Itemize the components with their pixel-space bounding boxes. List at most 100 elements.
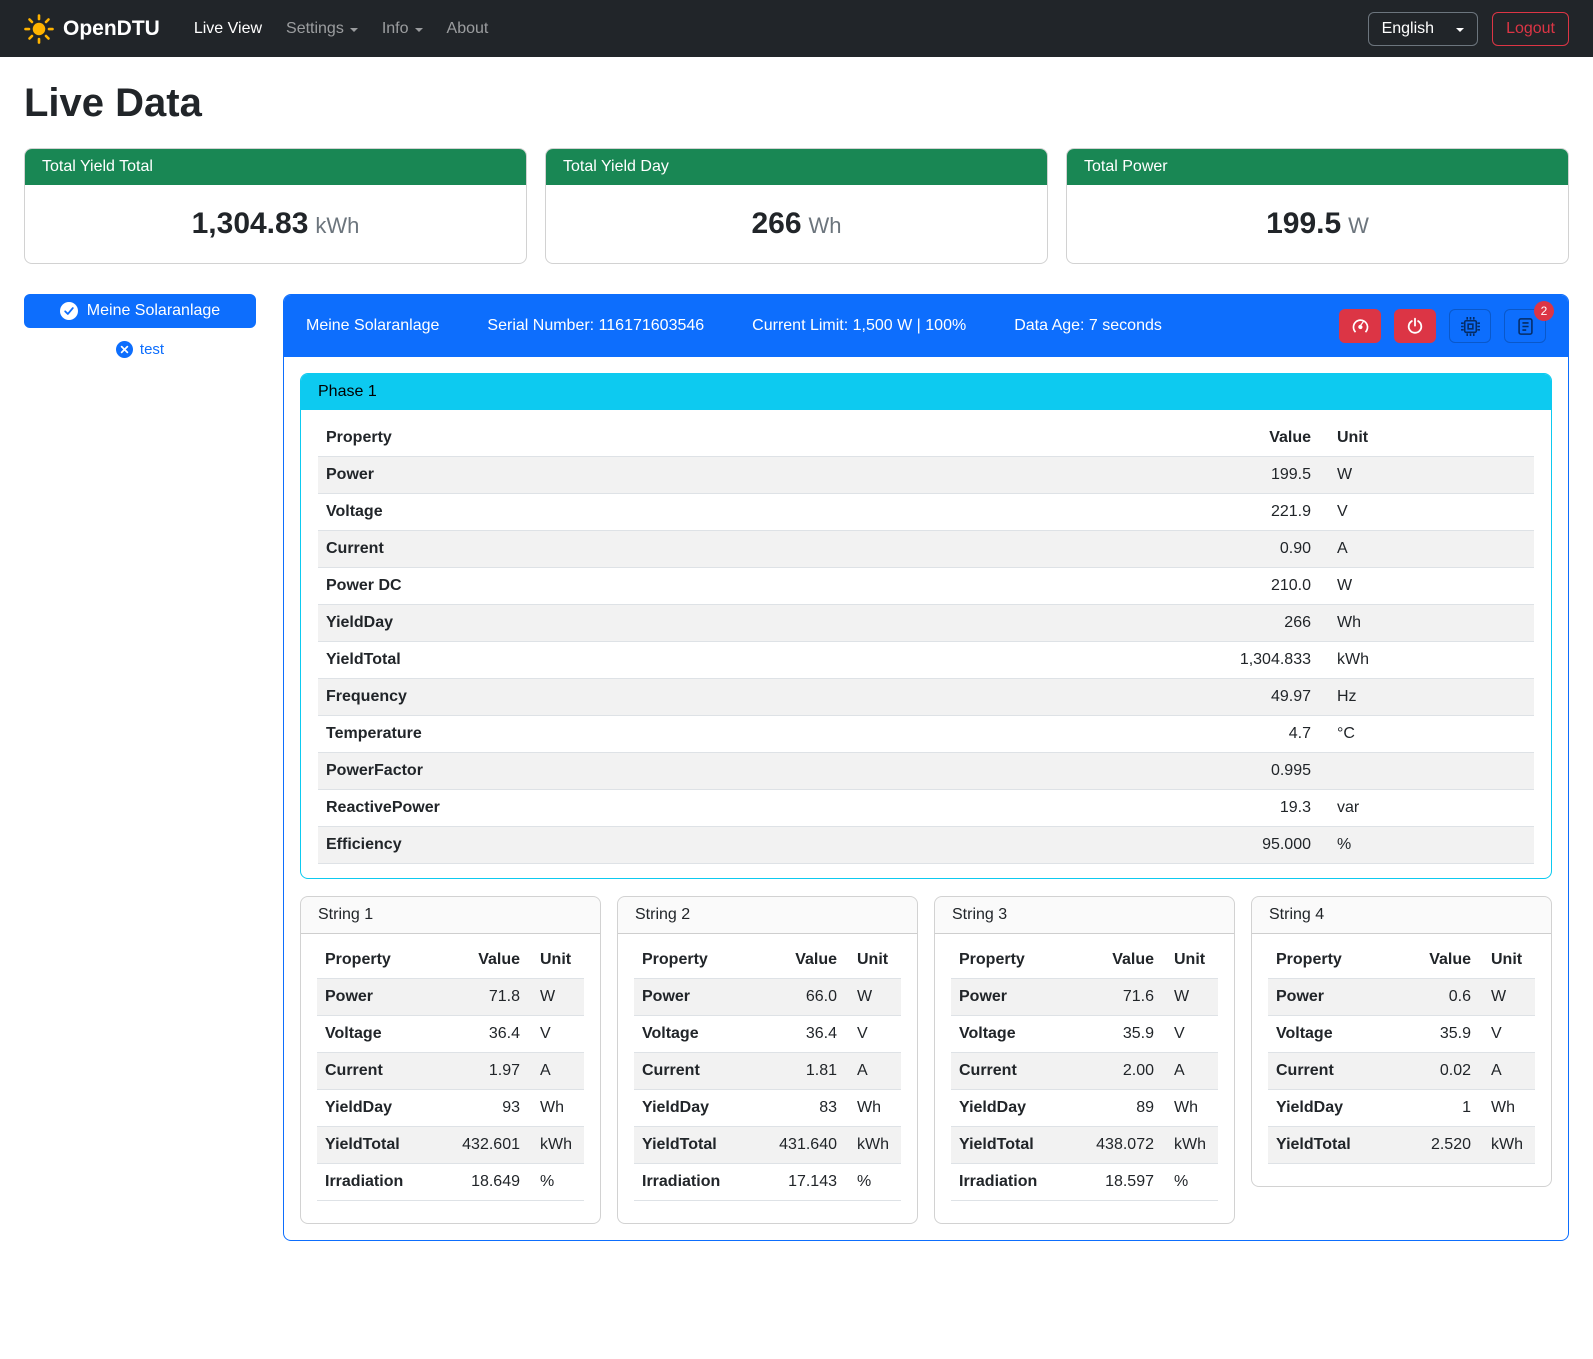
- card-title: Total Yield Day: [546, 149, 1047, 185]
- table-row: YieldTotal1,304.833kWh: [318, 642, 1534, 679]
- table-row: YieldDay93Wh: [317, 1090, 584, 1127]
- table-row: Power199.5W: [318, 457, 1534, 494]
- header-cell-value: Value: [917, 420, 1319, 457]
- cell-value: 431.640: [752, 1127, 845, 1164]
- nav-about[interactable]: About: [437, 12, 499, 46]
- cell-unit: kWh: [528, 1127, 584, 1164]
- cpu-icon: [1460, 316, 1481, 337]
- table-row: Voltage36.4V: [634, 1016, 901, 1053]
- cell-unit: W: [1479, 979, 1535, 1016]
- table-row: YieldDay89Wh: [951, 1090, 1218, 1127]
- cell-property: YieldDay: [318, 605, 917, 642]
- limit-settings-button[interactable]: [1339, 309, 1381, 343]
- cell-unit: °C: [1319, 716, 1534, 753]
- table-header-row: PropertyValueUnit: [1268, 942, 1535, 979]
- test-link-label: test: [140, 341, 164, 358]
- table-row: Current1.81A: [634, 1053, 901, 1090]
- cell-value: 2.520: [1397, 1127, 1479, 1164]
- cell-property: Power: [951, 979, 1069, 1016]
- cell-value: 1: [1397, 1090, 1479, 1127]
- cell-unit: V: [528, 1016, 584, 1053]
- cell-property: YieldTotal: [634, 1127, 752, 1164]
- logout-button[interactable]: Logout: [1492, 12, 1569, 46]
- cell-unit: W: [1162, 979, 1218, 1016]
- cell-unit: var: [1319, 790, 1534, 827]
- cell-property: ReactivePower: [318, 790, 917, 827]
- x-circle-icon: [116, 341, 133, 358]
- cell-unit: A: [1162, 1053, 1218, 1090]
- cell-unit: V: [1479, 1016, 1535, 1053]
- table-row: Irradiation17.143%: [634, 1164, 901, 1201]
- cell-unit: V: [1319, 494, 1534, 531]
- cell-unit: V: [1162, 1016, 1218, 1053]
- phase-body: PropertyValueUnitPower199.5WVoltage221.9…: [301, 410, 1551, 878]
- language-value: English: [1382, 20, 1434, 38]
- cell-property: PowerFactor: [318, 753, 917, 790]
- cell-value: 1.97: [435, 1053, 528, 1090]
- table-header-row: PropertyValueUnit: [318, 420, 1534, 457]
- card-unit: kWh: [315, 213, 359, 238]
- nav-live-view[interactable]: Live View: [184, 12, 272, 46]
- cell-value: 35.9: [1069, 1016, 1162, 1053]
- cell-property: YieldTotal: [951, 1127, 1069, 1164]
- restart-device-button[interactable]: [1449, 309, 1491, 343]
- cell-property: Power: [634, 979, 752, 1016]
- cell-value: 0.02: [1397, 1053, 1479, 1090]
- cell-value: 17.143: [752, 1164, 845, 1201]
- cell-value: 0.6: [1397, 979, 1479, 1016]
- cell-property: Irradiation: [317, 1164, 435, 1201]
- cell-unit: %: [528, 1164, 584, 1201]
- page-container: Live Data Total Yield Total 1,304.83kWh …: [0, 57, 1593, 1265]
- string-body: PropertyValueUnitPower71.6WVoltage35.9VC…: [935, 934, 1234, 1223]
- chevron-down-icon: [1456, 28, 1464, 32]
- table-row: YieldDay1Wh: [1268, 1090, 1535, 1127]
- cell-unit: A: [845, 1053, 901, 1090]
- cell-unit: kWh: [1162, 1127, 1218, 1164]
- card-body: 1,304.83kWh: [25, 185, 526, 263]
- power-button[interactable]: [1394, 309, 1436, 343]
- table-row: Current2.00A: [951, 1053, 1218, 1090]
- card-unit: Wh: [809, 213, 842, 238]
- string-body: PropertyValueUnitPower71.8WVoltage36.4VC…: [301, 934, 600, 1223]
- page-title: Live Data: [24, 81, 1569, 126]
- cell-unit: kWh: [1319, 642, 1534, 679]
- table-row: ReactivePower19.3var: [318, 790, 1534, 827]
- header-cell-value: Value: [435, 942, 528, 979]
- header-cell-unit: Unit: [1162, 942, 1218, 979]
- header-cell-property: Property: [318, 420, 917, 457]
- cell-property: Voltage: [634, 1016, 752, 1053]
- table-row: YieldTotal432.601kWh: [317, 1127, 584, 1164]
- cell-unit: Wh: [845, 1090, 901, 1127]
- cell-property: Power: [1268, 979, 1397, 1016]
- cell-property: Current: [1268, 1053, 1397, 1090]
- table-row: Irradiation18.649%: [317, 1164, 584, 1201]
- data-age: Data Age: 7 seconds: [1014, 317, 1162, 335]
- inverter-item-test[interactable]: test: [24, 341, 256, 358]
- summary-cards-row: Total Yield Total 1,304.83kWh Total Yiel…: [24, 148, 1569, 264]
- cell-unit: W: [1319, 457, 1534, 494]
- cell-value: 2.00: [1069, 1053, 1162, 1090]
- cell-property: YieldDay: [951, 1090, 1069, 1127]
- language-select[interactable]: English: [1368, 12, 1478, 46]
- cell-unit: Hz: [1319, 679, 1534, 716]
- brand-link[interactable]: OpenDTU: [24, 14, 160, 44]
- chevron-down-icon: [415, 28, 423, 32]
- inverter-button-label: Meine Solaranlage: [87, 302, 220, 320]
- string-2-card: String 2 PropertyValueUnitPower66.0WVolt…: [617, 896, 918, 1224]
- cell-property: Temperature: [318, 716, 917, 753]
- cell-property: Efficiency: [318, 827, 917, 864]
- table-header-row: PropertyValueUnit: [951, 942, 1218, 979]
- nav-info[interactable]: Info: [372, 12, 433, 46]
- event-log-button[interactable]: 2: [1504, 309, 1546, 343]
- table-header-row: PropertyValueUnit: [317, 942, 584, 979]
- card-unit: W: [1348, 213, 1369, 238]
- nav-settings[interactable]: Settings: [276, 12, 368, 46]
- string-body: PropertyValueUnitPower0.6WVoltage35.9VCu…: [1252, 934, 1551, 1186]
- cell-unit: Wh: [528, 1090, 584, 1127]
- top-navbar: OpenDTU Live View Settings Info About En…: [0, 0, 1593, 57]
- inverter-select-button[interactable]: Meine Solaranlage: [24, 294, 256, 328]
- cell-unit: W: [528, 979, 584, 1016]
- string-3-table: PropertyValueUnitPower71.6WVoltage35.9VC…: [951, 942, 1218, 1201]
- cell-property: Irradiation: [951, 1164, 1069, 1201]
- table-row: Power71.8W: [317, 979, 584, 1016]
